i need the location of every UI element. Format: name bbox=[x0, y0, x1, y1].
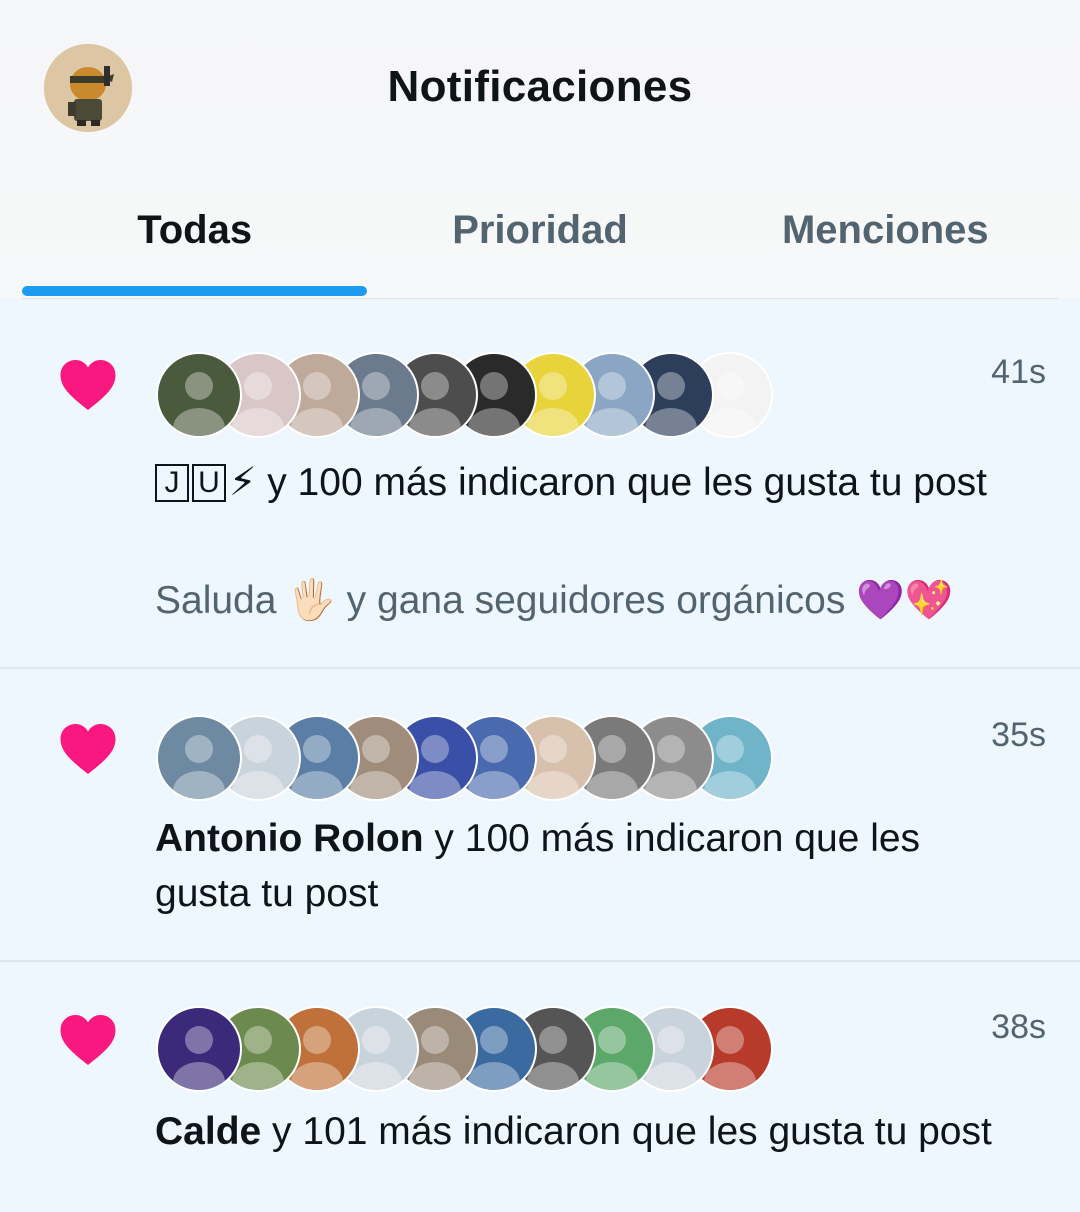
heart-icon bbox=[60, 724, 116, 774]
action-text: y 100 más indicaron que les gusta tu pos… bbox=[256, 461, 987, 504]
timestamp: 41s bbox=[991, 353, 1046, 391]
actor-name-suffix: ⚡ bbox=[229, 461, 257, 504]
liker-avatar[interactable] bbox=[156, 1006, 242, 1092]
active-tab-indicator bbox=[22, 286, 367, 296]
notification-subtext: Saluda 🖐🏻 y gana seguidores orgánicos 💜💖 bbox=[155, 577, 953, 623]
avatar-stack bbox=[156, 715, 776, 801]
action-text: y 101 más indicaron que les gusta tu pos… bbox=[261, 1110, 992, 1153]
page-title: Notificaciones bbox=[387, 62, 693, 111]
subtext-start: Saluda bbox=[155, 579, 288, 622]
tab-todas[interactable]: Todas bbox=[22, 200, 367, 298]
tab-bar: Todas Prioridad Menciones bbox=[22, 200, 1058, 299]
liker-avatar[interactable] bbox=[156, 715, 242, 801]
notification-text: J U ⚡ y 100 más indicaron que les gusta tu… bbox=[155, 455, 1045, 510]
timestamp: 35s bbox=[991, 716, 1046, 754]
actor-name[interactable]: Calde bbox=[155, 1110, 261, 1153]
notification-item[interactable]: 41s J U ⚡ y 100 más indicaron que les gust… bbox=[0, 305, 1080, 669]
subtext-end: y gana seguidores orgánicos 💜💖 bbox=[335, 579, 954, 622]
actor-name[interactable]: Antonio Rolon bbox=[155, 817, 424, 860]
notification-text: Antonio Rolon y 100 más indicaron que le… bbox=[155, 811, 985, 921]
raised-hand-emoji: 🖐🏻 bbox=[287, 579, 336, 622]
avatar-stack bbox=[156, 1006, 776, 1092]
tab-prioridad[interactable]: Prioridad bbox=[367, 200, 712, 298]
actor-name-char: J bbox=[155, 464, 189, 502]
top-header: Notificaciones Todas Prioridad Menciones bbox=[0, 0, 1080, 299]
heart-icon bbox=[60, 360, 116, 410]
notification-item[interactable]: 38s Calde y 101 más indicaron que les gu… bbox=[0, 962, 1080, 1212]
actor-name-char: U bbox=[192, 464, 226, 502]
notification-text: Calde y 101 más indicaron que les gusta … bbox=[155, 1104, 1045, 1159]
heart-icon bbox=[60, 1015, 116, 1065]
tab-menciones[interactable]: Menciones bbox=[713, 200, 1058, 298]
liker-avatar[interactable] bbox=[156, 352, 242, 438]
timestamp: 38s bbox=[991, 1008, 1046, 1046]
notification-item[interactable]: 35s Antonio Rolon y 100 más indicaron qu… bbox=[0, 669, 1080, 962]
avatar-stack bbox=[156, 352, 776, 438]
